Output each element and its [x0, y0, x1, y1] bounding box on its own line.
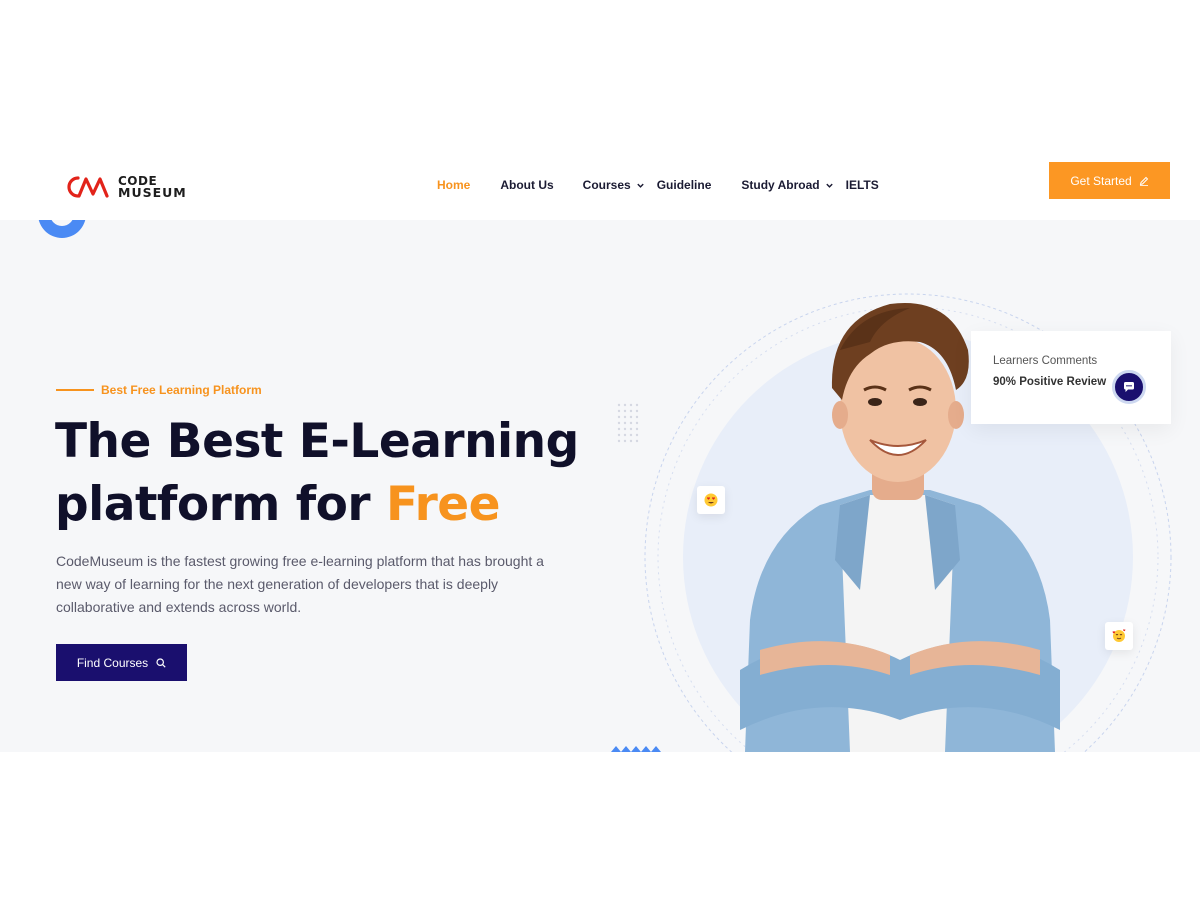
hearts-face-emoji-icon — [1112, 629, 1126, 642]
headline-line-1: The Best E-Learning — [55, 414, 579, 469]
headline-accent: Free — [385, 477, 501, 532]
tagline-text: Best Free Learning Platform — [101, 383, 262, 397]
decorative-zigzag — [611, 746, 661, 752]
nav-item-label: Home — [437, 178, 471, 192]
find-courses-label: Find Courses — [76, 655, 149, 670]
review-label: Learners Comments — [993, 355, 1098, 367]
get-started-button[interactable]: Get Started — [1049, 162, 1170, 199]
decorative-dot-grid — [617, 403, 639, 443]
nav-item-study-abroad[interactable]: Study Abroad — [741, 178, 833, 192]
nav-item-ielts[interactable]: IELTS — [846, 178, 879, 192]
logo[interactable]: CODE MUSEUM — [62, 172, 222, 202]
find-courses-button[interactable]: Find Courses — [56, 644, 187, 681]
hero-description: CodeMuseum is the fastest growing free e… — [56, 553, 544, 615]
tagline-line — [56, 389, 94, 391]
search-icon — [156, 657, 166, 668]
tagline: Best Free Learning Platform — [56, 383, 262, 397]
learners-review-card: Learners Comments 90% Positive Review — [971, 331, 1171, 424]
hero-section: Best Free Learning Platform The Best E-L… — [0, 220, 1200, 752]
nav-item-label: Guideline — [656, 178, 712, 192]
headline-line-2: platform for — [55, 477, 386, 532]
logo-mark-icon — [67, 176, 109, 198]
nav-item-guideline[interactable]: Guideline — [657, 178, 712, 192]
chat-bubble-icon — [1124, 382, 1134, 392]
logo-text: CODE MUSEUM — [118, 175, 187, 200]
nav-item-home[interactable]: Home — [437, 178, 470, 192]
get-started-label: Get Started — [1070, 173, 1132, 188]
hero-headline: The Best E-Learning platform for Free — [55, 410, 595, 536]
chat-bubble-button[interactable] — [1112, 370, 1146, 404]
emoji-badge-heart-eyes — [697, 486, 725, 514]
nav-item-label: IELTS — [845, 178, 879, 192]
logo-line-2: MUSEUM — [118, 185, 187, 200]
nav-item-label: About Us — [500, 178, 554, 192]
pencil-icon — [1139, 176, 1148, 186]
emoji-badge-hearts-face — [1105, 622, 1133, 650]
chevron-down-icon — [825, 183, 833, 188]
review-value: 90% Positive Review — [993, 376, 1107, 388]
nav-item-courses[interactable]: Courses — [583, 178, 645, 192]
nav-item-label: Courses — [582, 178, 631, 192]
nav-item-label: Study Abroad — [741, 178, 820, 192]
heart-eyes-emoji-icon — [704, 493, 718, 507]
chevron-down-icon — [636, 183, 644, 188]
main-nav: Home About Us Courses Guideline Study Ab… — [437, 175, 879, 195]
site-header: CODE MUSEUM Home About Us Courses Guidel… — [0, 150, 1200, 220]
nav-item-about-us[interactable]: About Us — [500, 178, 553, 192]
page: CODE MUSEUM Home About Us Courses Guidel… — [0, 0, 1200, 900]
